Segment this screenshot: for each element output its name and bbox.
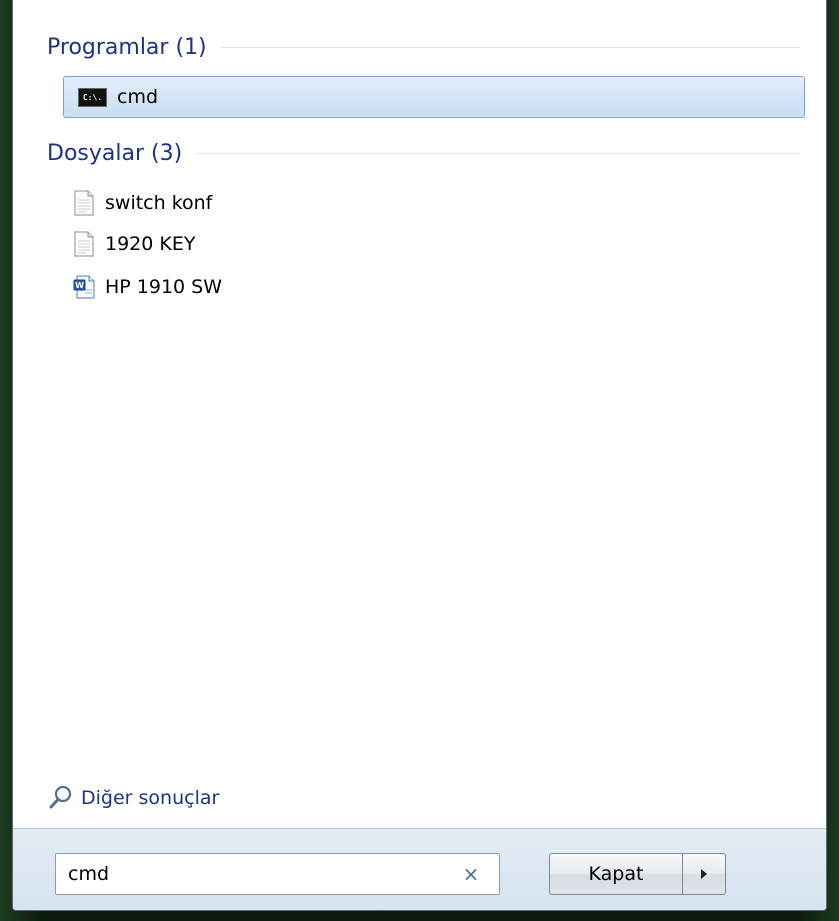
file-item-label: HP 1910 SW xyxy=(105,276,223,298)
svg-text:W: W xyxy=(75,281,84,290)
bottom-bar: × Kapat xyxy=(13,828,826,910)
section-divider xyxy=(220,46,800,48)
search-input[interactable] xyxy=(68,863,448,885)
file-item-label: 1920 KEY xyxy=(105,233,196,255)
programs-section-title: Programlar (1) xyxy=(47,34,207,60)
file-item-switch-konf[interactable]: switch konf xyxy=(73,186,212,220)
shutdown-options-button[interactable] xyxy=(682,853,726,895)
shutdown-button[interactable]: Kapat xyxy=(549,853,682,895)
start-menu: Programlar (1) C:\. cmd Dosyalar (3) swi… xyxy=(12,0,827,911)
chevron-right-icon xyxy=(701,869,707,879)
shutdown-group: Kapat xyxy=(549,853,726,895)
more-results-link[interactable]: Diğer sonuçlar xyxy=(49,780,219,816)
close-icon[interactable]: × xyxy=(459,862,483,886)
program-item-label: cmd xyxy=(117,86,159,108)
word-document-icon: W xyxy=(73,275,95,299)
file-item-1920-key[interactable]: 1920 KEY xyxy=(73,227,195,261)
search-icon xyxy=(49,785,72,809)
section-divider xyxy=(196,152,800,154)
desktop-background: Programlar (1) C:\. cmd Dosyalar (3) swi… xyxy=(0,0,839,921)
files-section-title: Dosyalar (3) xyxy=(47,140,183,166)
files-section-header: Dosyalar (3) xyxy=(47,138,800,168)
search-box[interactable]: × xyxy=(55,853,500,895)
command-prompt-icon: C:\. xyxy=(78,87,107,107)
text-document-icon xyxy=(74,231,94,257)
more-results-label: Diğer sonuçlar xyxy=(81,787,220,809)
programs-section-header: Programlar (1) xyxy=(47,32,800,62)
program-item-cmd[interactable]: C:\. cmd xyxy=(63,76,805,118)
text-document-icon xyxy=(74,190,94,216)
file-item-label: switch konf xyxy=(105,192,213,214)
file-item-hp-1910-sw[interactable]: W HP 1910 SW xyxy=(73,270,222,304)
